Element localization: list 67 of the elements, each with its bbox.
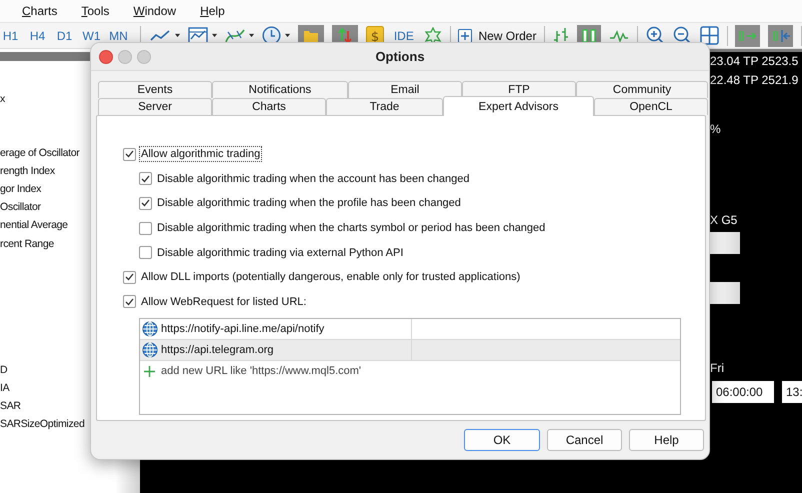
order-level-text: 23.04 TP 2523.5 [710,53,800,70]
checkbox[interactable] [123,148,136,161]
checkbox-label: Disable algorithmic trading when the charts symbol or period has been changed [157,222,546,234]
menu-item[interactable]: Tools [81,4,110,18]
timeframe-button[interactable]: H1 [0,28,24,42]
ide-button[interactable]: IDE [392,28,416,42]
input-field[interactable] [710,232,740,254]
tab[interactable]: Email [348,81,462,98]
bar-chart-icon[interactable] [553,26,570,44]
url-row[interactable]: https://api.telegram.org [140,340,680,362]
menu-item[interactable]: Help [200,4,225,18]
checkbox-label: Allow DLL imports (potentially dangerous, enable only for trusted applications) [141,271,520,284]
checkbox-label: Allow algorithmic trading [141,148,260,160]
checkbox-label: Disable algorithmic trading when the account has been changed [157,172,470,185]
chart-window-icon[interactable] [188,26,208,44]
day-label: Fri [710,360,725,377]
checkbox[interactable] [123,295,136,308]
shift-end-icon[interactable] [768,24,794,46]
globe-icon [142,321,158,338]
checkbox[interactable] [139,246,152,260]
plus-icon[interactable] [144,366,155,377]
checkbox[interactable] [139,196,152,210]
add-url-hint[interactable]: add new URL like 'https://www.mql5.com' [161,365,362,378]
url-text: https://api.telegram.org [161,344,274,356]
tab[interactable]: Community [576,81,708,98]
tab[interactable]: Notifications [212,81,348,98]
grid-icon[interactable] [700,26,719,45]
dialog-button[interactable]: Cancel [547,429,622,451]
checkbox[interactable] [123,270,136,284]
dialog-button[interactable]: OK [464,429,540,451]
globe-icon [142,342,158,358]
checkbox[interactable] [139,172,152,186]
symbol-label: X G5 [710,212,738,229]
dialog-button[interactable]: Help [629,429,704,451]
close-button[interactable] [99,50,113,64]
timeframe-button[interactable]: D1 [51,28,78,42]
caret-icon[interactable] [212,33,217,38]
checkbox-label: Allow WebRequest for listed URL: [141,296,306,308]
indicator-icon[interactable] [224,26,245,44]
menu-item[interactable]: Window [133,4,176,18]
tab[interactable]: OpenCL [594,98,708,115]
timeframe-button[interactable]: MN [105,28,132,42]
checkbox-label: Disable algorithmic trading when the profile has been changed [157,197,461,210]
url-text: https://notify-api.line.me/api/notify [161,323,324,336]
tab[interactable]: Charts [212,98,326,115]
timeframe-button[interactable]: W1 [78,28,105,42]
checkbox[interactable] [139,222,152,235]
percent-text: % [710,121,722,138]
time-field[interactable]: 06:00:00 [712,381,774,403]
time-field[interactable]: 13: [782,381,802,403]
tab[interactable]: Expert Advisors [443,96,594,116]
tab[interactable]: Events [98,81,212,98]
menu-item[interactable]: Charts [22,4,58,18]
checkbox-label: Disable algorithmic trading via external Python API [157,246,404,259]
line-graph-icon[interactable] [609,28,630,42]
tab[interactable]: Trade [326,98,443,115]
tab[interactable]: Server [98,98,212,115]
caret-icon[interactable] [284,33,290,38]
input-field[interactable] [710,282,740,304]
caret-icon[interactable] [174,33,180,38]
plus-icon [458,28,472,42]
window-title: Options [375,49,425,64]
caret-icon[interactable] [248,33,254,38]
order-level-text: 22.48 TP 2521.9 [710,72,800,89]
timeframe-button[interactable]: H4 [24,28,51,42]
scroll-right-icon[interactable] [735,24,760,46]
zoom-out-icon[interactable] [672,26,692,45]
